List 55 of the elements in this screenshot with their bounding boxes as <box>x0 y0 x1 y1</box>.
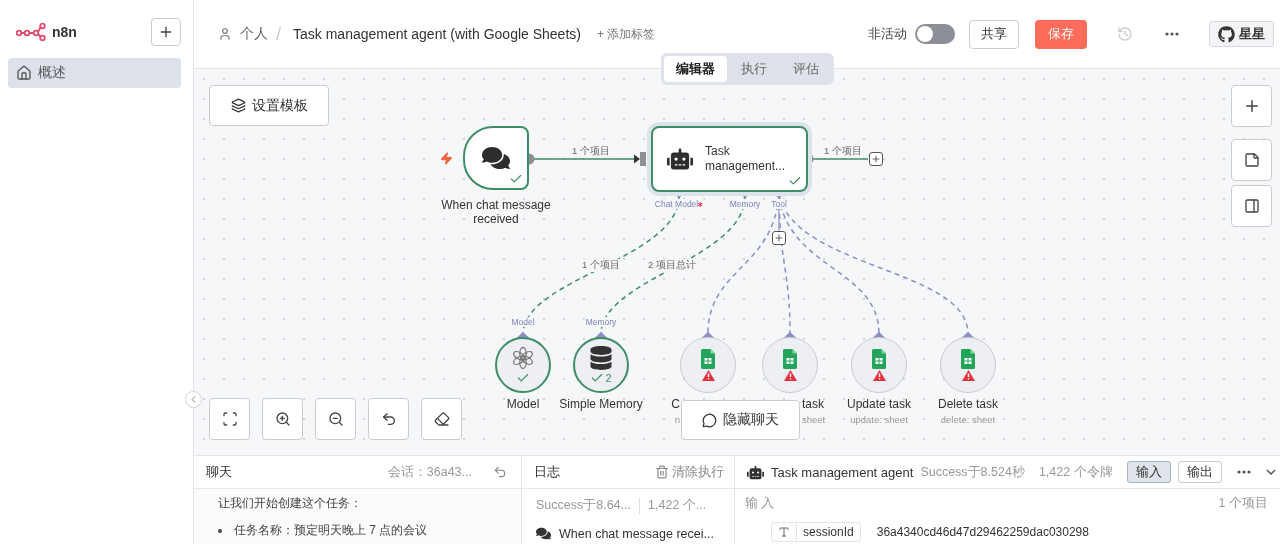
node-label: Simple Memory <box>559 397 643 411</box>
tool-node[interactable]: 2 <box>573 337 629 393</box>
connection-label: 1 个项目 <box>581 259 621 272</box>
view-tab[interactable]: 执行 <box>729 56 779 82</box>
view-toggle[interactable]: 输出 <box>1177 461 1222 483</box>
chat-message: 任务名称：预定明天晚上 7 点的会议 <box>234 522 428 539</box>
node-label: C <box>671 397 680 411</box>
breadcrumb-separator: / <box>276 23 281 45</box>
connection-label: 1 个项目 <box>571 145 611 158</box>
node-label: task <box>802 397 824 411</box>
field-value: 36a4340cd46d47d29462259dac030298 <box>876 525 1089 539</box>
session-id: 会话：36a43... <box>387 463 472 481</box>
connection-label: 1 个项目 <box>823 145 863 158</box>
item-count: 1 个项目 <box>1218 495 1268 512</box>
node-subtitle: n <box>674 414 680 425</box>
token-count: 1,422 个令牌 <box>1038 463 1113 481</box>
panel-title: 聊天 <box>206 463 232 481</box>
logo-text: n8n <box>52 24 77 40</box>
node-subtitle: update: sheet <box>850 414 908 425</box>
port-label: Chat Model <box>653 199 705 209</box>
view-toggle[interactable]: 输入 <box>1126 461 1171 483</box>
add-tag-link[interactable]: + 添加标签 <box>596 25 656 43</box>
github-star-button[interactable]: 星星 <box>1209 21 1274 47</box>
port-label: Model <box>510 317 536 327</box>
node-label: When chat message received <box>440 198 552 226</box>
section-label: 输 入 <box>745 495 775 512</box>
port-label: Memory <box>584 317 618 327</box>
clear-button[interactable]: 清除执行 <box>655 463 724 481</box>
sidebar-item[interactable]: 概述 <box>8 58 181 88</box>
run-count: 2 <box>605 371 612 384</box>
node-subtitle: sheet <box>802 414 826 425</box>
log-entry[interactable]: When chat message recei... <box>536 526 720 541</box>
chat-message: 让我们开始创建这个任务： <box>218 495 363 512</box>
node-subtitle: delete: sheet <box>940 414 996 425</box>
template-button[interactable]: 设置模板 <box>209 85 329 126</box>
token-count: 1,422 个... <box>648 497 707 514</box>
breadcrumb-owner[interactable]: 个人 <box>240 25 268 43</box>
workflow-title[interactable]: Task management agent (with Google Sheets) <box>293 26 581 42</box>
share-button[interactable]: 共享 <box>969 19 1019 49</box>
panel-title: Task management agent <box>771 464 914 480</box>
panel-title: 日志 <box>534 463 560 481</box>
run-status: Success于8.524秒 <box>920 463 1025 481</box>
node-label: Model <box>506 397 540 411</box>
node-label: Delete task <box>938 397 998 411</box>
field-name: sessionId <box>771 522 861 542</box>
run-status: Success于8.64... <box>536 497 631 514</box>
active-label: 非活动 <box>868 25 907 43</box>
connection-label: 2 项目总计 <box>647 259 697 272</box>
port-label: Memory <box>728 199 762 209</box>
port-label: Tool <box>770 199 788 209</box>
node-label: Update task <box>847 397 911 411</box>
hide-chat-button[interactable]: 隐藏聊天 <box>681 400 800 440</box>
view-tab[interactable]: 编辑器 <box>664 56 727 82</box>
view-tab[interactable]: 评估 <box>781 56 831 82</box>
node-label: Task management... <box>705 144 787 174</box>
